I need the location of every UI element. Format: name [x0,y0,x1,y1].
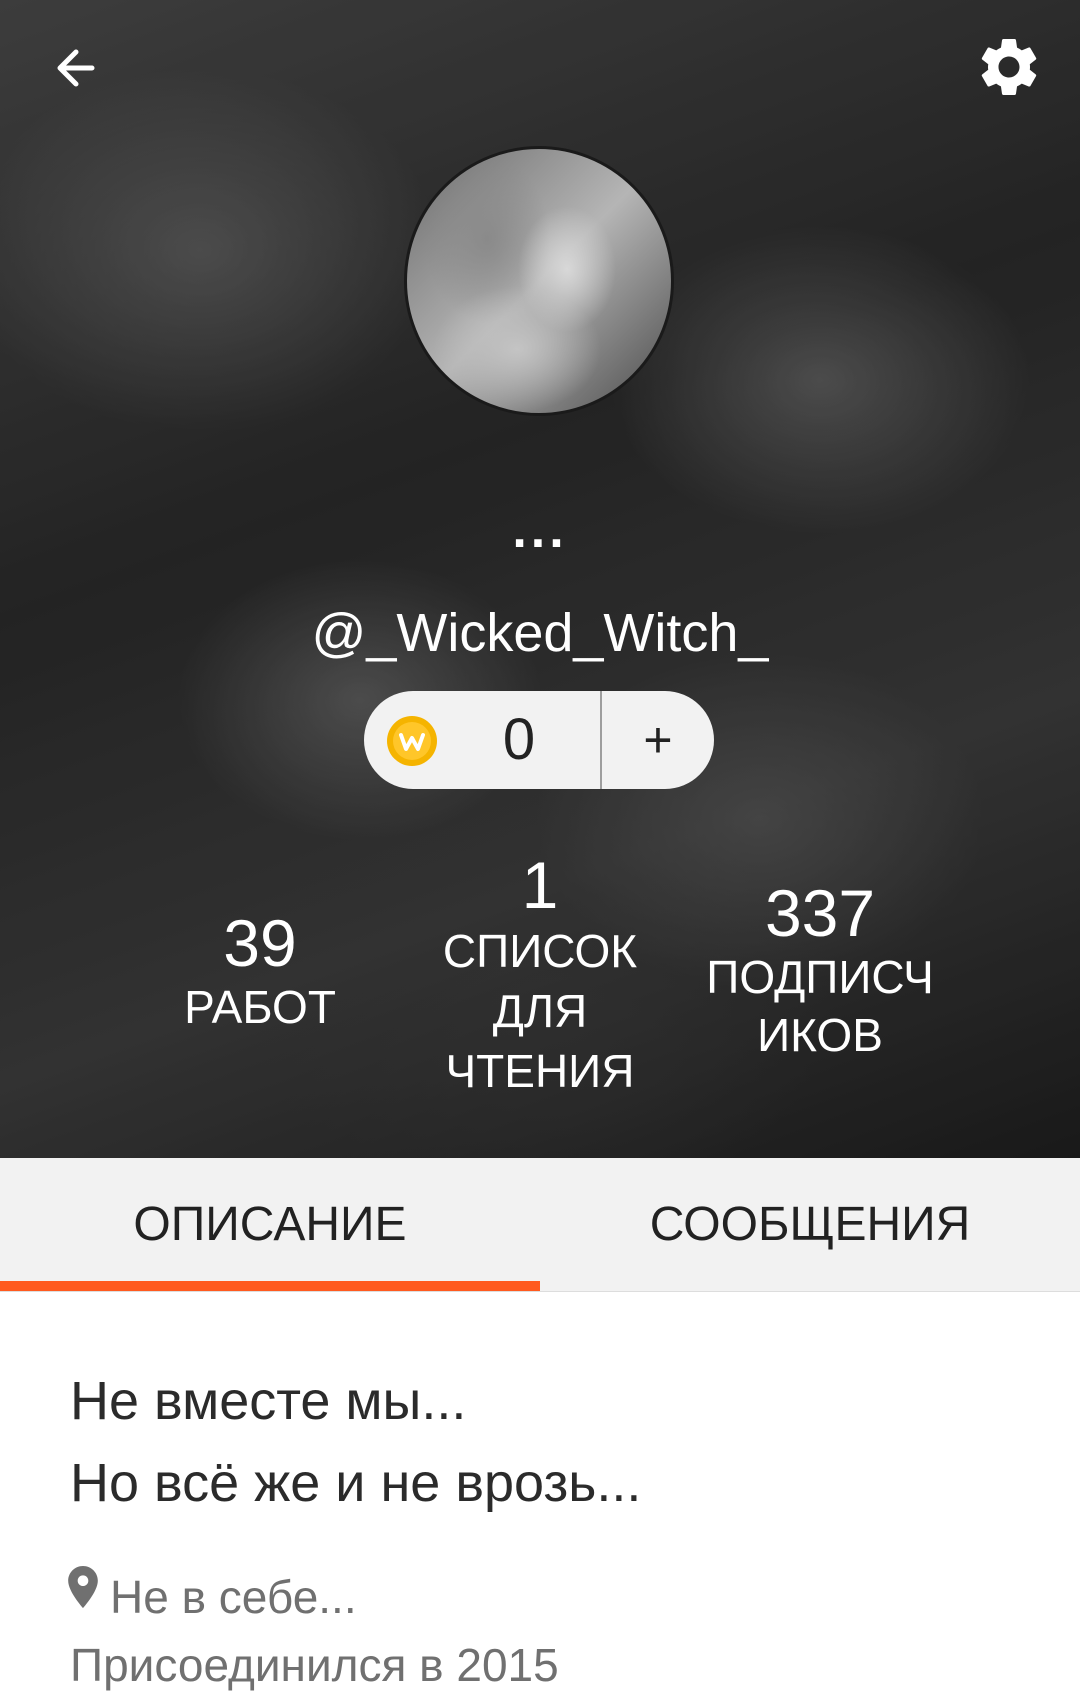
reading-lists-label-line-1: СПИСОК [442,925,638,977]
about-section: Не вместе мы... Но всё же и не врозь... [70,1360,1010,1524]
tab-messages[interactable]: СООБЩЕНИЯ [540,1158,1080,1292]
gear-icon [981,38,1037,95]
followers-label-line-1: ПОДПИСЧ [706,951,934,1003]
works-label: РАБОТ [184,981,336,1033]
avatar[interactable] [404,146,674,416]
add-coins-button[interactable]: + [602,691,714,789]
reading-lists-count: 1 [521,848,559,922]
location-text: Не в себе... [110,1571,357,1623]
profile-header: ... @_Wicked_Witch_ 0 + 39 РАБОТ 1 СПИСО… [0,0,1080,1158]
username: @_Wicked_Witch_ [311,603,769,663]
description-line: Не вместе мы... [70,1371,467,1431]
stat-works[interactable]: 39 РАБОТ [160,908,360,1036]
coin-balance-pill[interactable]: 0 + [364,691,714,789]
back-button[interactable] [48,36,112,100]
tab-about[interactable]: ОПИСАНИЕ [0,1158,540,1292]
followers-label-line-2: ИКОВ [757,1009,883,1061]
stat-followers[interactable]: 337 ПОДПИСЧ ИКОВ [690,878,950,1064]
location-pin-icon [68,1566,98,1608]
profile-tabs: ОПИСАНИЕ СООБЩЕНИЯ [0,1158,1080,1292]
arrow-left-icon [57,49,95,87]
location-row: Не в себе... [68,1566,357,1624]
joined-date: Присоединился в 2015 [70,1639,559,1691]
reading-lists-label-line-3: ЧТЕНИЯ [445,1045,635,1097]
settings-button[interactable] [974,32,1044,102]
description-line: Но всё же и не врозь... [70,1453,642,1513]
followers-count: 337 [764,876,876,950]
active-tab-indicator [0,1281,540,1291]
stat-reading-lists[interactable]: 1 СПИСОК ДЛЯ ЧТЕНИЯ [420,850,660,1100]
wattpad-coin-icon [387,716,437,766]
works-count: 39 [223,906,297,980]
coin-count: 0 [502,707,536,772]
reading-lists-label-line-2: ДЛЯ [492,985,588,1037]
display-name: ... [512,501,568,559]
